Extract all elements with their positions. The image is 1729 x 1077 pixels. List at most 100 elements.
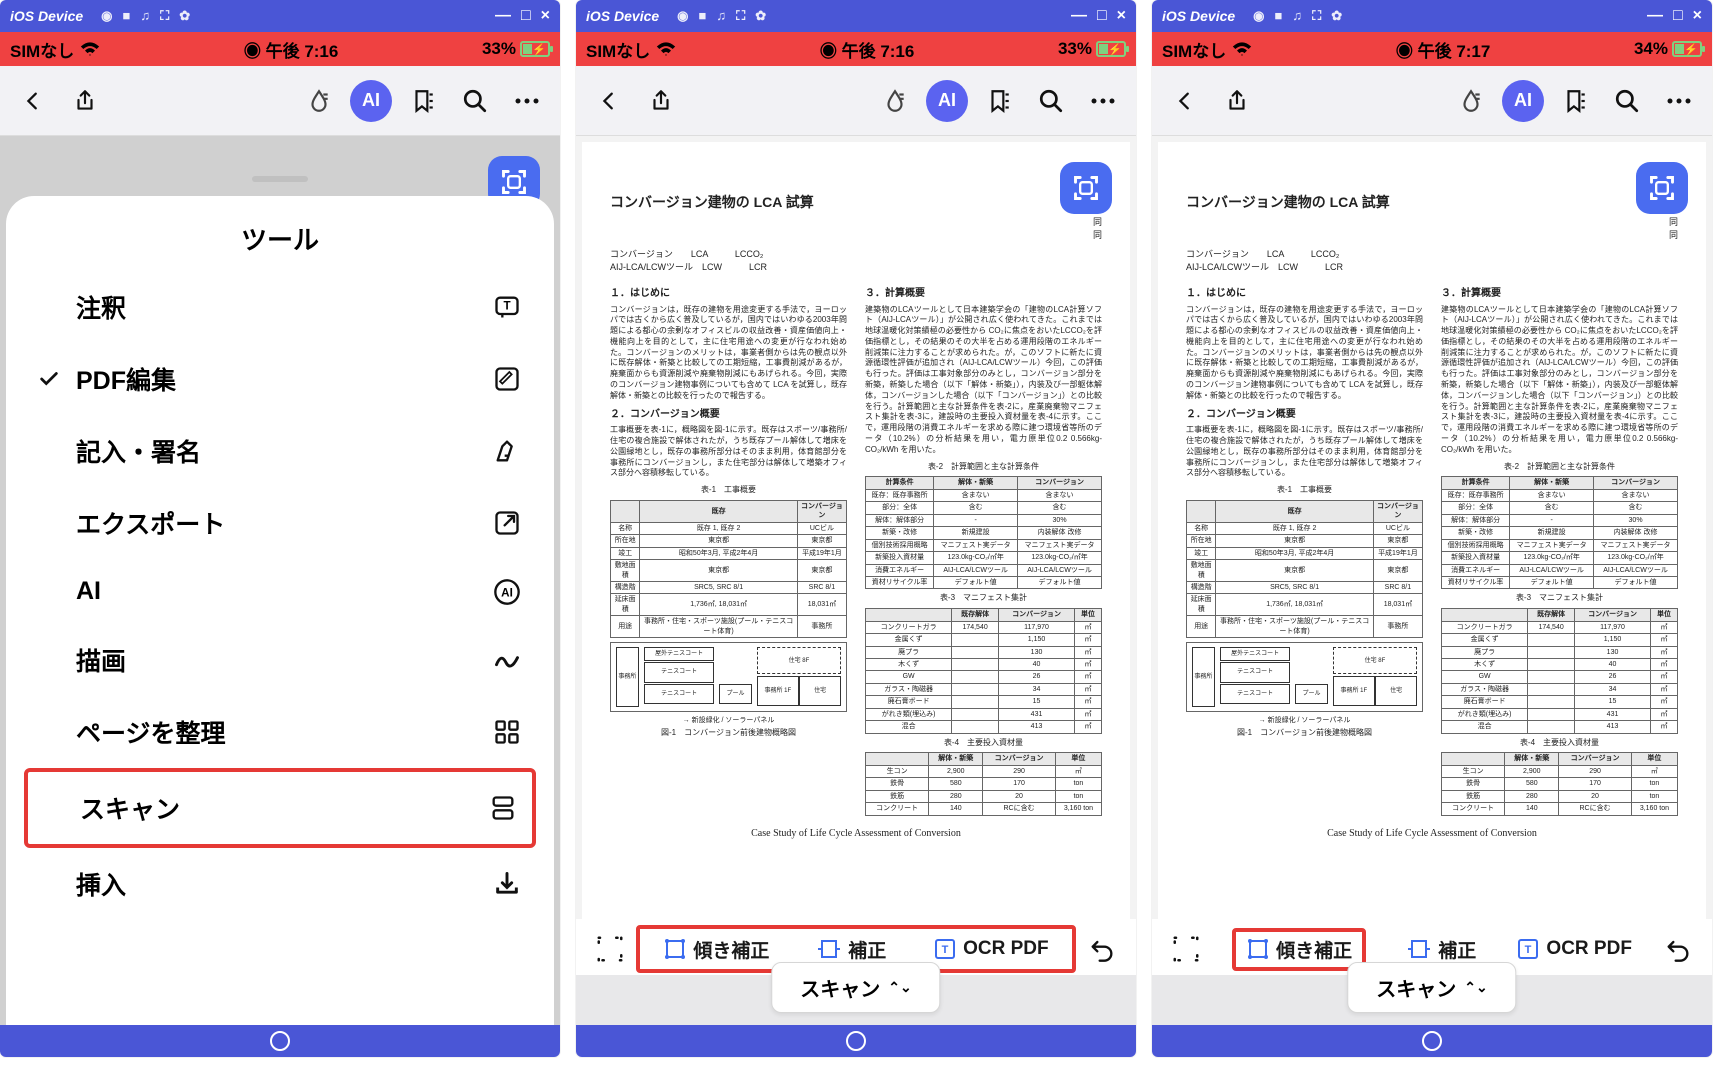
menu-item-export[interactable]: エクスポート: [24, 487, 536, 559]
gear-icon[interactable]: ✿: [179, 8, 190, 24]
scan-icon: [486, 794, 520, 822]
sheet-handle[interactable]: [252, 176, 308, 182]
ink-button[interactable]: [296, 78, 342, 124]
headphones-icon[interactable]: ♫: [1292, 8, 1302, 24]
phone-2: iOS Device ◉■♫⛶✿ —□× SIMなし ◉ 午後 7:16 33%…: [576, 0, 1136, 1057]
undo-button[interactable]: [1082, 935, 1122, 963]
maximize-button[interactable]: □: [521, 7, 531, 25]
wifi-icon: [656, 41, 676, 57]
scan-floating-button[interactable]: [1636, 162, 1688, 214]
headphones-icon[interactable]: ♫: [140, 8, 150, 24]
more-button[interactable]: [1656, 78, 1702, 124]
maximize-button[interactable]: □: [1673, 7, 1683, 25]
window-titlebar: iOS Device ◉■♫⛶✿ —□×: [576, 0, 1136, 32]
maximize-button[interactable]: □: [1097, 7, 1107, 25]
gear-icon[interactable]: ✿: [755, 8, 766, 24]
bookmark-button[interactable]: [1552, 78, 1598, 124]
svg-text:T: T: [1525, 944, 1532, 956]
gear-icon[interactable]: ✿: [1331, 8, 1342, 24]
document-area[interactable]: コンバージョン建物の LCA 試算正会員 ○同同コンバージョン LCA LCCO…: [576, 136, 1136, 929]
crop-button[interactable]: [590, 934, 630, 964]
pdf-page: コンバージョン建物の LCA 試算正会員 ○同同コンバージョン LCA LCCO…: [1158, 142, 1706, 923]
status-battery: 33% ⚡: [482, 39, 550, 59]
more-button[interactable]: [504, 78, 550, 124]
battery-icon: ⚡: [1096, 41, 1126, 57]
deskew-icon: [1246, 937, 1270, 961]
window-icons: ◉ ■ ♫ ⛶ ✿: [1253, 8, 1342, 24]
share-button[interactable]: [638, 78, 684, 124]
crop-button[interactable]: [1166, 934, 1206, 964]
bookmark-button[interactable]: [976, 78, 1022, 124]
ink-button[interactable]: [1448, 78, 1494, 124]
home-button[interactable]: [846, 1031, 866, 1051]
video-icon[interactable]: ■: [699, 8, 707, 24]
ocr-button[interactable]: TOCR PDF: [1516, 937, 1632, 961]
close-button[interactable]: ×: [1693, 7, 1702, 25]
menu-item-organize[interactable]: ページを整理: [24, 696, 536, 768]
correct-button[interactable]: 補正: [816, 936, 886, 963]
window-controls: — □ ×: [1647, 7, 1702, 25]
camera-icon[interactable]: ◉: [101, 8, 112, 24]
ink-button[interactable]: [872, 78, 918, 124]
minimize-button[interactable]: —: [495, 7, 511, 25]
menu-item-annotate[interactable]: 注釈T: [24, 271, 536, 343]
insert-icon: [490, 870, 524, 898]
video-icon[interactable]: ■: [123, 8, 131, 24]
deskew-button[interactable]: 傾き補正: [663, 936, 769, 963]
menu-item-sign[interactable]: 記入・署名: [24, 415, 536, 487]
more-button[interactable]: [1080, 78, 1126, 124]
menu-item-scan[interactable]: スキャン: [24, 768, 536, 848]
document-area[interactable]: コンバージョン建物の LCA 試算正会員 ○同同コンバージョン LCA LCCO…: [1152, 136, 1712, 929]
annotate-icon: T: [490, 293, 524, 321]
share-button[interactable]: [1214, 78, 1260, 124]
close-button[interactable]: ×: [541, 7, 550, 25]
home-button[interactable]: [1422, 1031, 1442, 1051]
camera-icon[interactable]: ◉: [677, 8, 688, 24]
back-button[interactable]: [1162, 78, 1208, 124]
pen-icon: [490, 437, 524, 465]
minimize-button[interactable]: —: [1647, 7, 1663, 25]
status-bar: SIMなし ◉ 午後 7:16 33%⚡: [576, 32, 1136, 66]
sim-status: SIMなし: [586, 37, 650, 62]
camera-icon[interactable]: ◉: [1253, 8, 1264, 24]
window-icons: ◉ ■ ♫ ⛶ ✿: [101, 8, 190, 24]
minimize-button[interactable]: —: [1071, 7, 1087, 25]
back-button[interactable]: [586, 78, 632, 124]
headphones-icon[interactable]: ♫: [716, 8, 726, 24]
home-bar: [0, 1025, 560, 1057]
scan-floating-button[interactable]: [1060, 162, 1112, 214]
scan-button[interactable]: スキャン⌃⌄: [1347, 962, 1516, 1013]
deskew-button[interactable]: 傾き補正: [1232, 928, 1366, 971]
menu-item-ai[interactable]: AIAI: [24, 559, 536, 624]
bookmark-button[interactable]: [400, 78, 446, 124]
menu-item-edit[interactable]: PDF編集: [24, 343, 536, 415]
home-button[interactable]: [270, 1031, 290, 1051]
close-button[interactable]: ×: [1117, 7, 1126, 25]
scan-button[interactable]: スキャン⌃⌄: [771, 962, 940, 1013]
status-time: ◉ 午後 7:17: [1252, 37, 1634, 62]
ocr-button[interactable]: TOCR PDF: [933, 937, 1049, 961]
wifi-icon: [80, 41, 100, 57]
undo-button[interactable]: [1658, 935, 1698, 963]
share-button[interactable]: [62, 78, 108, 124]
sim-status: SIMなし: [1162, 37, 1226, 62]
search-button[interactable]: [452, 78, 498, 124]
fullscreen-icon[interactable]: ⛶: [736, 8, 745, 24]
tools-sheet: ツール 注釈T PDF編集 記入・署名 エクスポート AIAI 描画 ページを整…: [6, 196, 554, 1025]
correct-button[interactable]: 補正: [1406, 936, 1476, 963]
app-toolbar: AI: [576, 66, 1136, 136]
ai-button[interactable]: AI: [348, 78, 394, 124]
ai-button[interactable]: AI: [1500, 78, 1546, 124]
fullscreen-icon[interactable]: ⛶: [160, 8, 169, 24]
menu-item-draw[interactable]: 描画: [24, 624, 536, 696]
fullscreen-icon[interactable]: ⛶: [1312, 8, 1321, 24]
video-icon[interactable]: ■: [1275, 8, 1283, 24]
search-button[interactable]: [1028, 78, 1074, 124]
phone-3: iOS Device ◉■♫⛶✿ —□× SIMなし ◉ 午後 7:17 34%…: [1152, 0, 1712, 1057]
svg-text:T: T: [503, 299, 510, 312]
back-button[interactable]: [10, 78, 56, 124]
export-icon: [490, 509, 524, 537]
search-button[interactable]: [1604, 78, 1650, 124]
ai-button[interactable]: AI: [924, 78, 970, 124]
menu-item-insert[interactable]: 挿入: [24, 848, 536, 920]
